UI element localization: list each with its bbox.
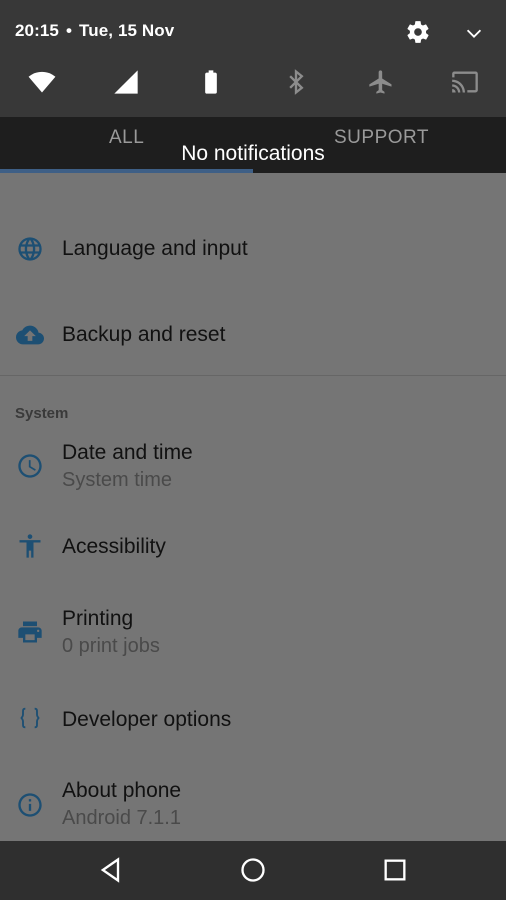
settings-gear-icon[interactable] xyxy=(405,19,431,45)
separator-dot: • xyxy=(65,21,73,40)
back-icon[interactable] xyxy=(97,856,125,884)
battery-icon[interactable] xyxy=(197,68,225,96)
clock-icon xyxy=(16,452,44,480)
settings-item-title: About phone xyxy=(62,779,182,802)
accessibility-icon xyxy=(16,532,44,560)
settings-item-title: Printing xyxy=(62,607,134,630)
cloud-upload-icon xyxy=(16,321,44,349)
settings-item-title: Backup and reset xyxy=(62,323,226,346)
wifi-icon[interactable] xyxy=(28,68,56,96)
settings-item-date-and-time[interactable]: Date and time System time xyxy=(0,440,506,496)
section-divider xyxy=(0,375,506,376)
settings-item-subtitle: 0 print jobs xyxy=(62,635,160,657)
bluetooth-icon[interactable] xyxy=(282,68,310,96)
settings-item-accessibility[interactable]: Acessibility xyxy=(0,523,506,569)
time-date: 20:15 • Tue, 15 Nov xyxy=(15,21,174,41)
notification-shade-header: 20:15 • Tue, 15 Nov xyxy=(0,0,506,117)
clock-time: 20:15 xyxy=(15,21,59,40)
cast-icon[interactable] xyxy=(451,68,479,96)
quick-settings-row xyxy=(0,62,506,117)
airplane-mode-icon[interactable] xyxy=(367,68,395,96)
info-icon xyxy=(16,791,44,819)
settings-item-about-phone[interactable]: About phone Android 7.1.1 xyxy=(0,778,506,834)
expand-chevron-down-icon[interactable] xyxy=(463,22,485,44)
settings-item-title: Developer options xyxy=(62,708,232,731)
cellular-signal-icon[interactable] xyxy=(112,68,140,96)
settings-item-subtitle: Android 7.1.1 xyxy=(62,807,181,829)
settings-item-printing[interactable]: Printing 0 print jobs xyxy=(0,606,506,662)
status-row: 20:15 • Tue, 15 Nov xyxy=(0,0,506,62)
settings-item-title: Acessibility xyxy=(62,535,166,558)
globe-icon xyxy=(16,235,44,263)
no-notifications-message: No notifications xyxy=(181,142,325,165)
settings-item-subtitle: System time xyxy=(62,469,173,491)
section-header-system: System xyxy=(15,405,69,422)
settings-item-language-and-input[interactable]: Language and input xyxy=(0,226,506,272)
recents-icon[interactable] xyxy=(381,856,409,884)
braces-icon xyxy=(16,704,44,732)
settings-item-developer-options[interactable]: Developer options xyxy=(0,696,506,742)
settings-item-title: Language and input xyxy=(62,237,248,260)
home-icon[interactable] xyxy=(239,856,267,884)
settings-item-title: Date and time xyxy=(62,441,193,464)
printer-icon xyxy=(16,618,44,646)
date-label: Tue, 15 Nov xyxy=(79,21,175,40)
tab-indicator xyxy=(0,169,253,173)
settings-item-backup-and-reset[interactable]: Backup and reset xyxy=(0,312,506,358)
